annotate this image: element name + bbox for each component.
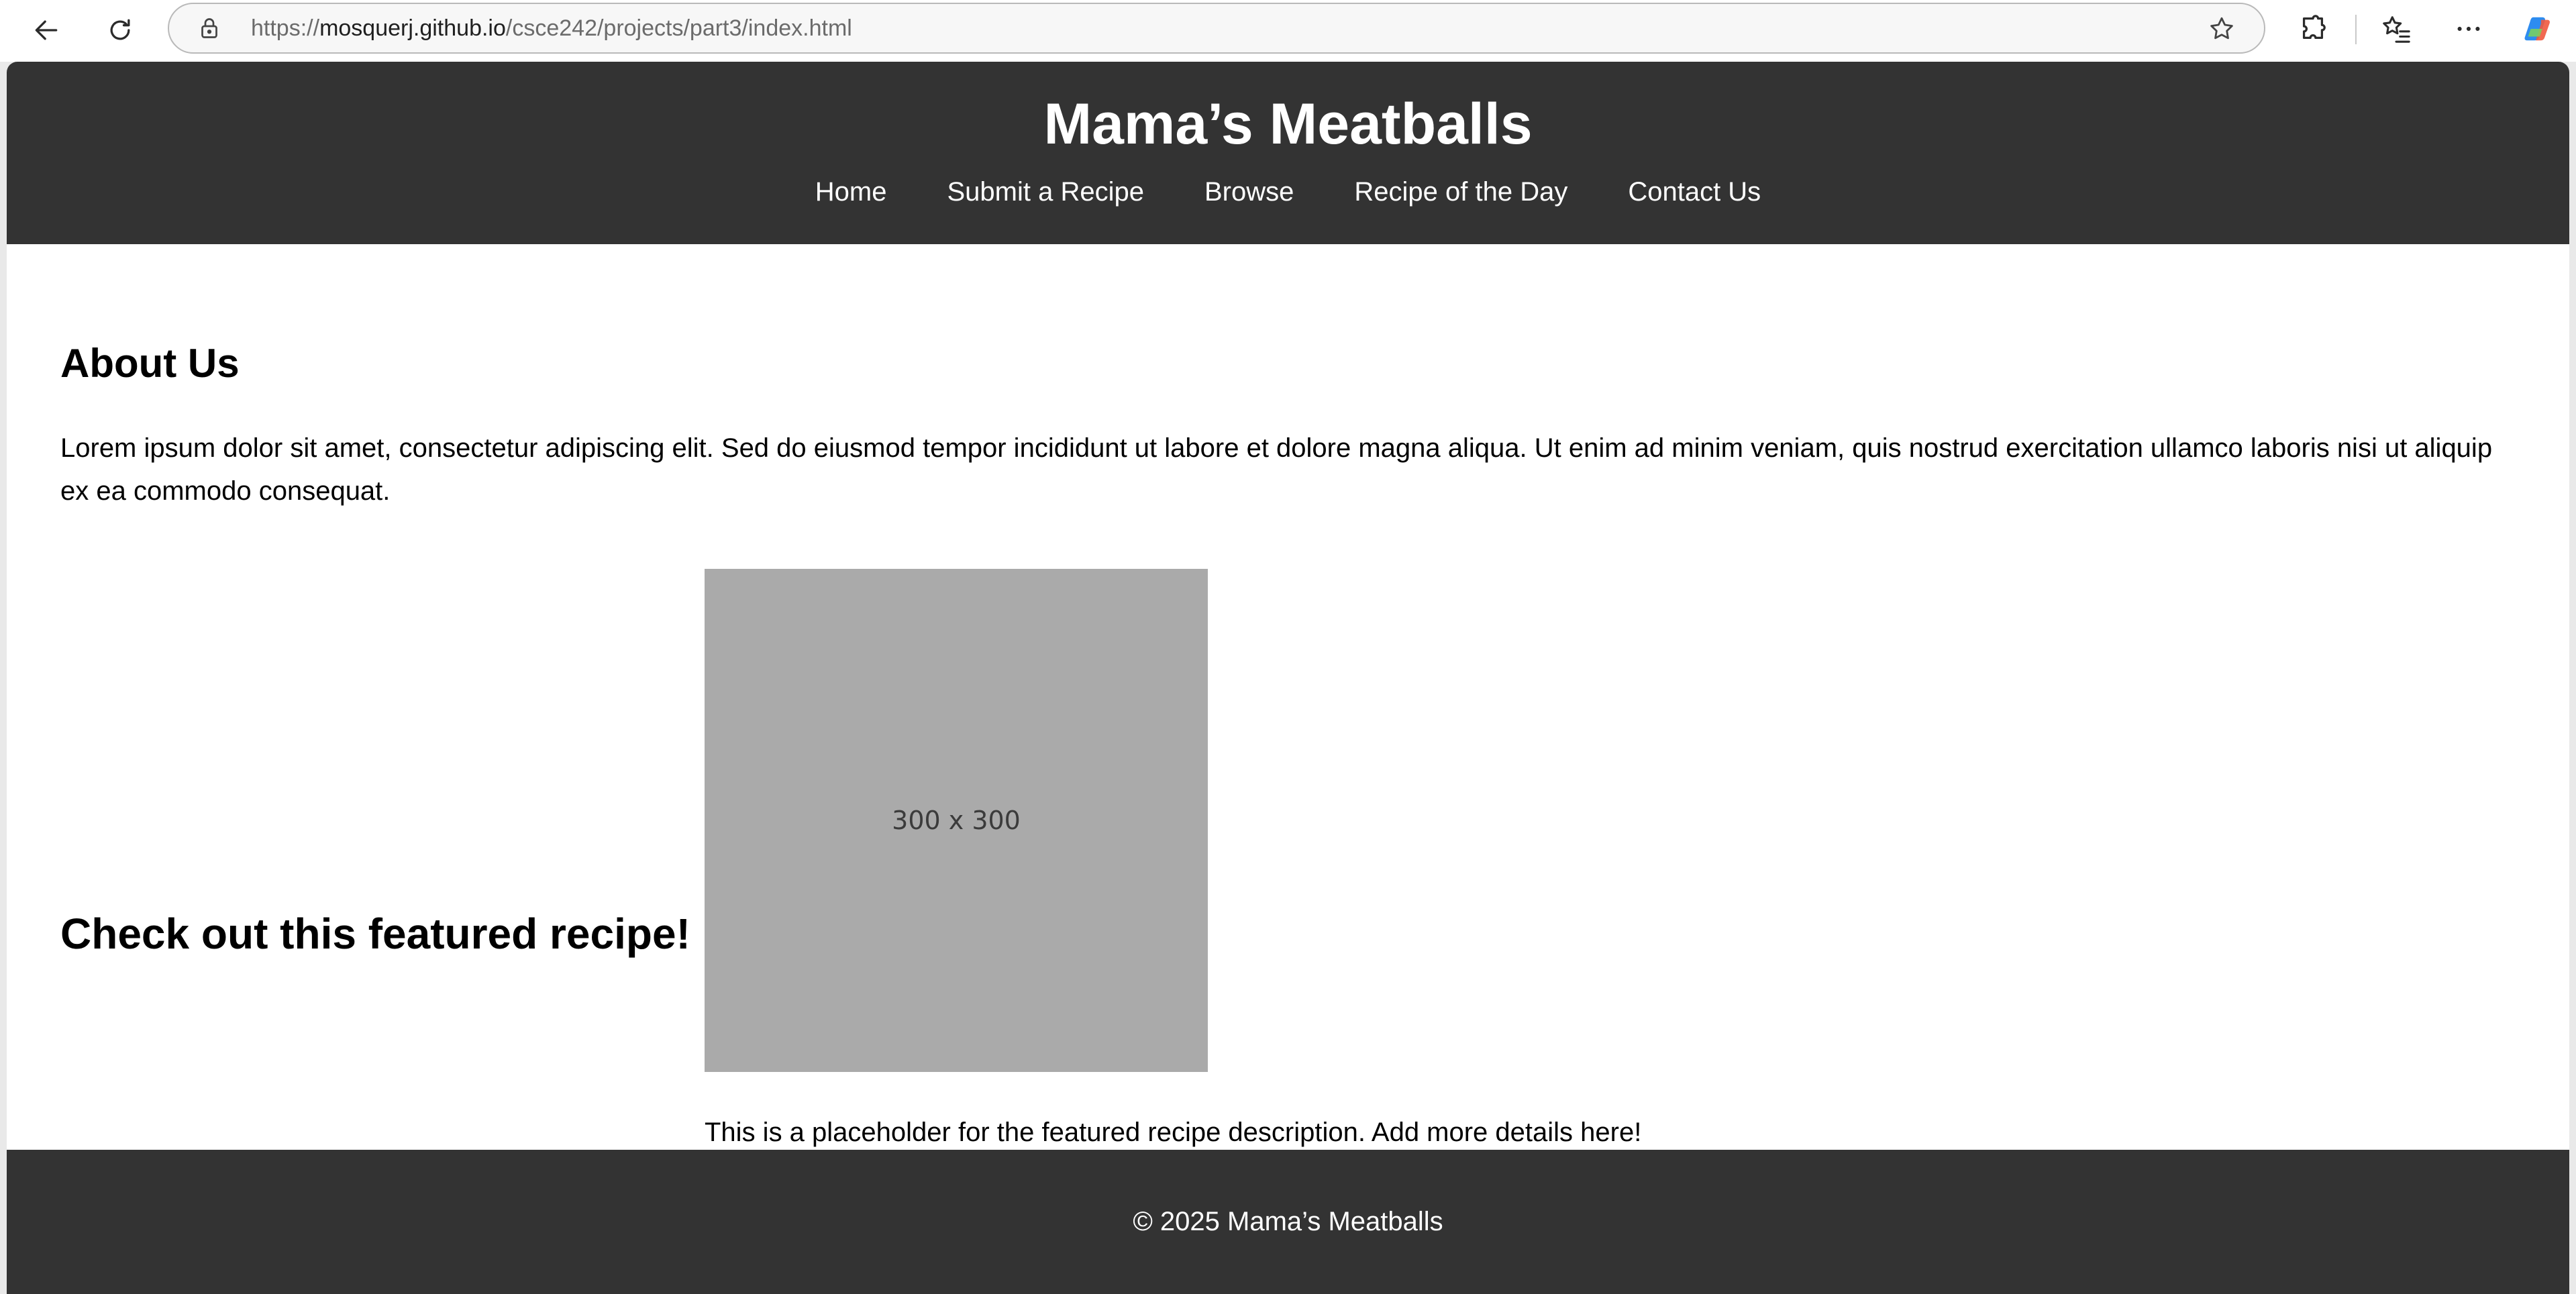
nav-link-home[interactable]: Home (815, 177, 887, 207)
site-header: Mama’s Meatballs Home Submit a Recipe Br… (7, 62, 2569, 244)
arrow-left-icon (35, 20, 58, 40)
nav-link-contact-us[interactable]: Contact Us (1628, 177, 1761, 207)
puzzle-icon (2302, 15, 2326, 40)
back-button[interactable] (24, 8, 68, 52)
favorites-button[interactable] (2378, 11, 2414, 47)
more-icon (2457, 26, 2480, 32)
featured-recipe-image: 300 x 300 (705, 569, 1208, 1072)
url-path: /csce242/projects/part3/index.html (505, 15, 852, 41)
nav-link-browse[interactable]: Browse (1204, 177, 1294, 207)
about-paragraph: Lorem ipsum dolor sit amet, consectetur … (60, 433, 2493, 506)
featured-recipe-description: This is a placeholder for the featured r… (705, 1118, 1642, 1147)
browser-toolbar: https://mosquerj.github.io/csce242/proje… (0, 0, 2576, 62)
main-nav: Home Submit a Recipe Browse Recipe of th… (7, 177, 2569, 207)
copilot-button[interactable] (2520, 11, 2557, 47)
reload-button[interactable] (98, 8, 142, 52)
more-options-button[interactable] (2451, 11, 2487, 47)
favorite-star-icon[interactable] (2208, 15, 2236, 43)
url-host: mosquerj.github.io (319, 15, 506, 41)
lock-icon (201, 18, 217, 38)
featured-recipe-heading: Check out this featured recipe! (60, 910, 690, 958)
about-heading: About Us (60, 341, 240, 386)
address-bar[interactable]: https://mosquerj.github.io/csce242/proje… (168, 3, 2265, 54)
image-placeholder-label: 300 x 300 (892, 806, 1021, 835)
nav-link-submit-recipe[interactable]: Submit a Recipe (947, 177, 1144, 207)
page-viewport: Mama’s Meatballs Home Submit a Recipe Br… (7, 62, 2569, 1294)
toolbar-divider (2355, 15, 2357, 44)
site-title: Mama’s Meatballs (1043, 92, 1533, 156)
nav-link-recipe-of-the-day[interactable]: Recipe of the Day (1354, 177, 1567, 207)
url-text[interactable]: https://mosquerj.github.io/csce242/proje… (251, 4, 852, 52)
url-prefix: https:// (251, 15, 320, 41)
extensions-button[interactable] (2295, 11, 2331, 47)
reload-icon (110, 19, 130, 40)
copilot-icon (2524, 17, 2550, 41)
favorites-list-icon (2383, 16, 2410, 43)
site-footer: © 2025 Mama’s Meatballs (7, 1150, 2569, 1294)
footer-copyright: © 2025 Mama’s Meatballs (1133, 1207, 1443, 1236)
